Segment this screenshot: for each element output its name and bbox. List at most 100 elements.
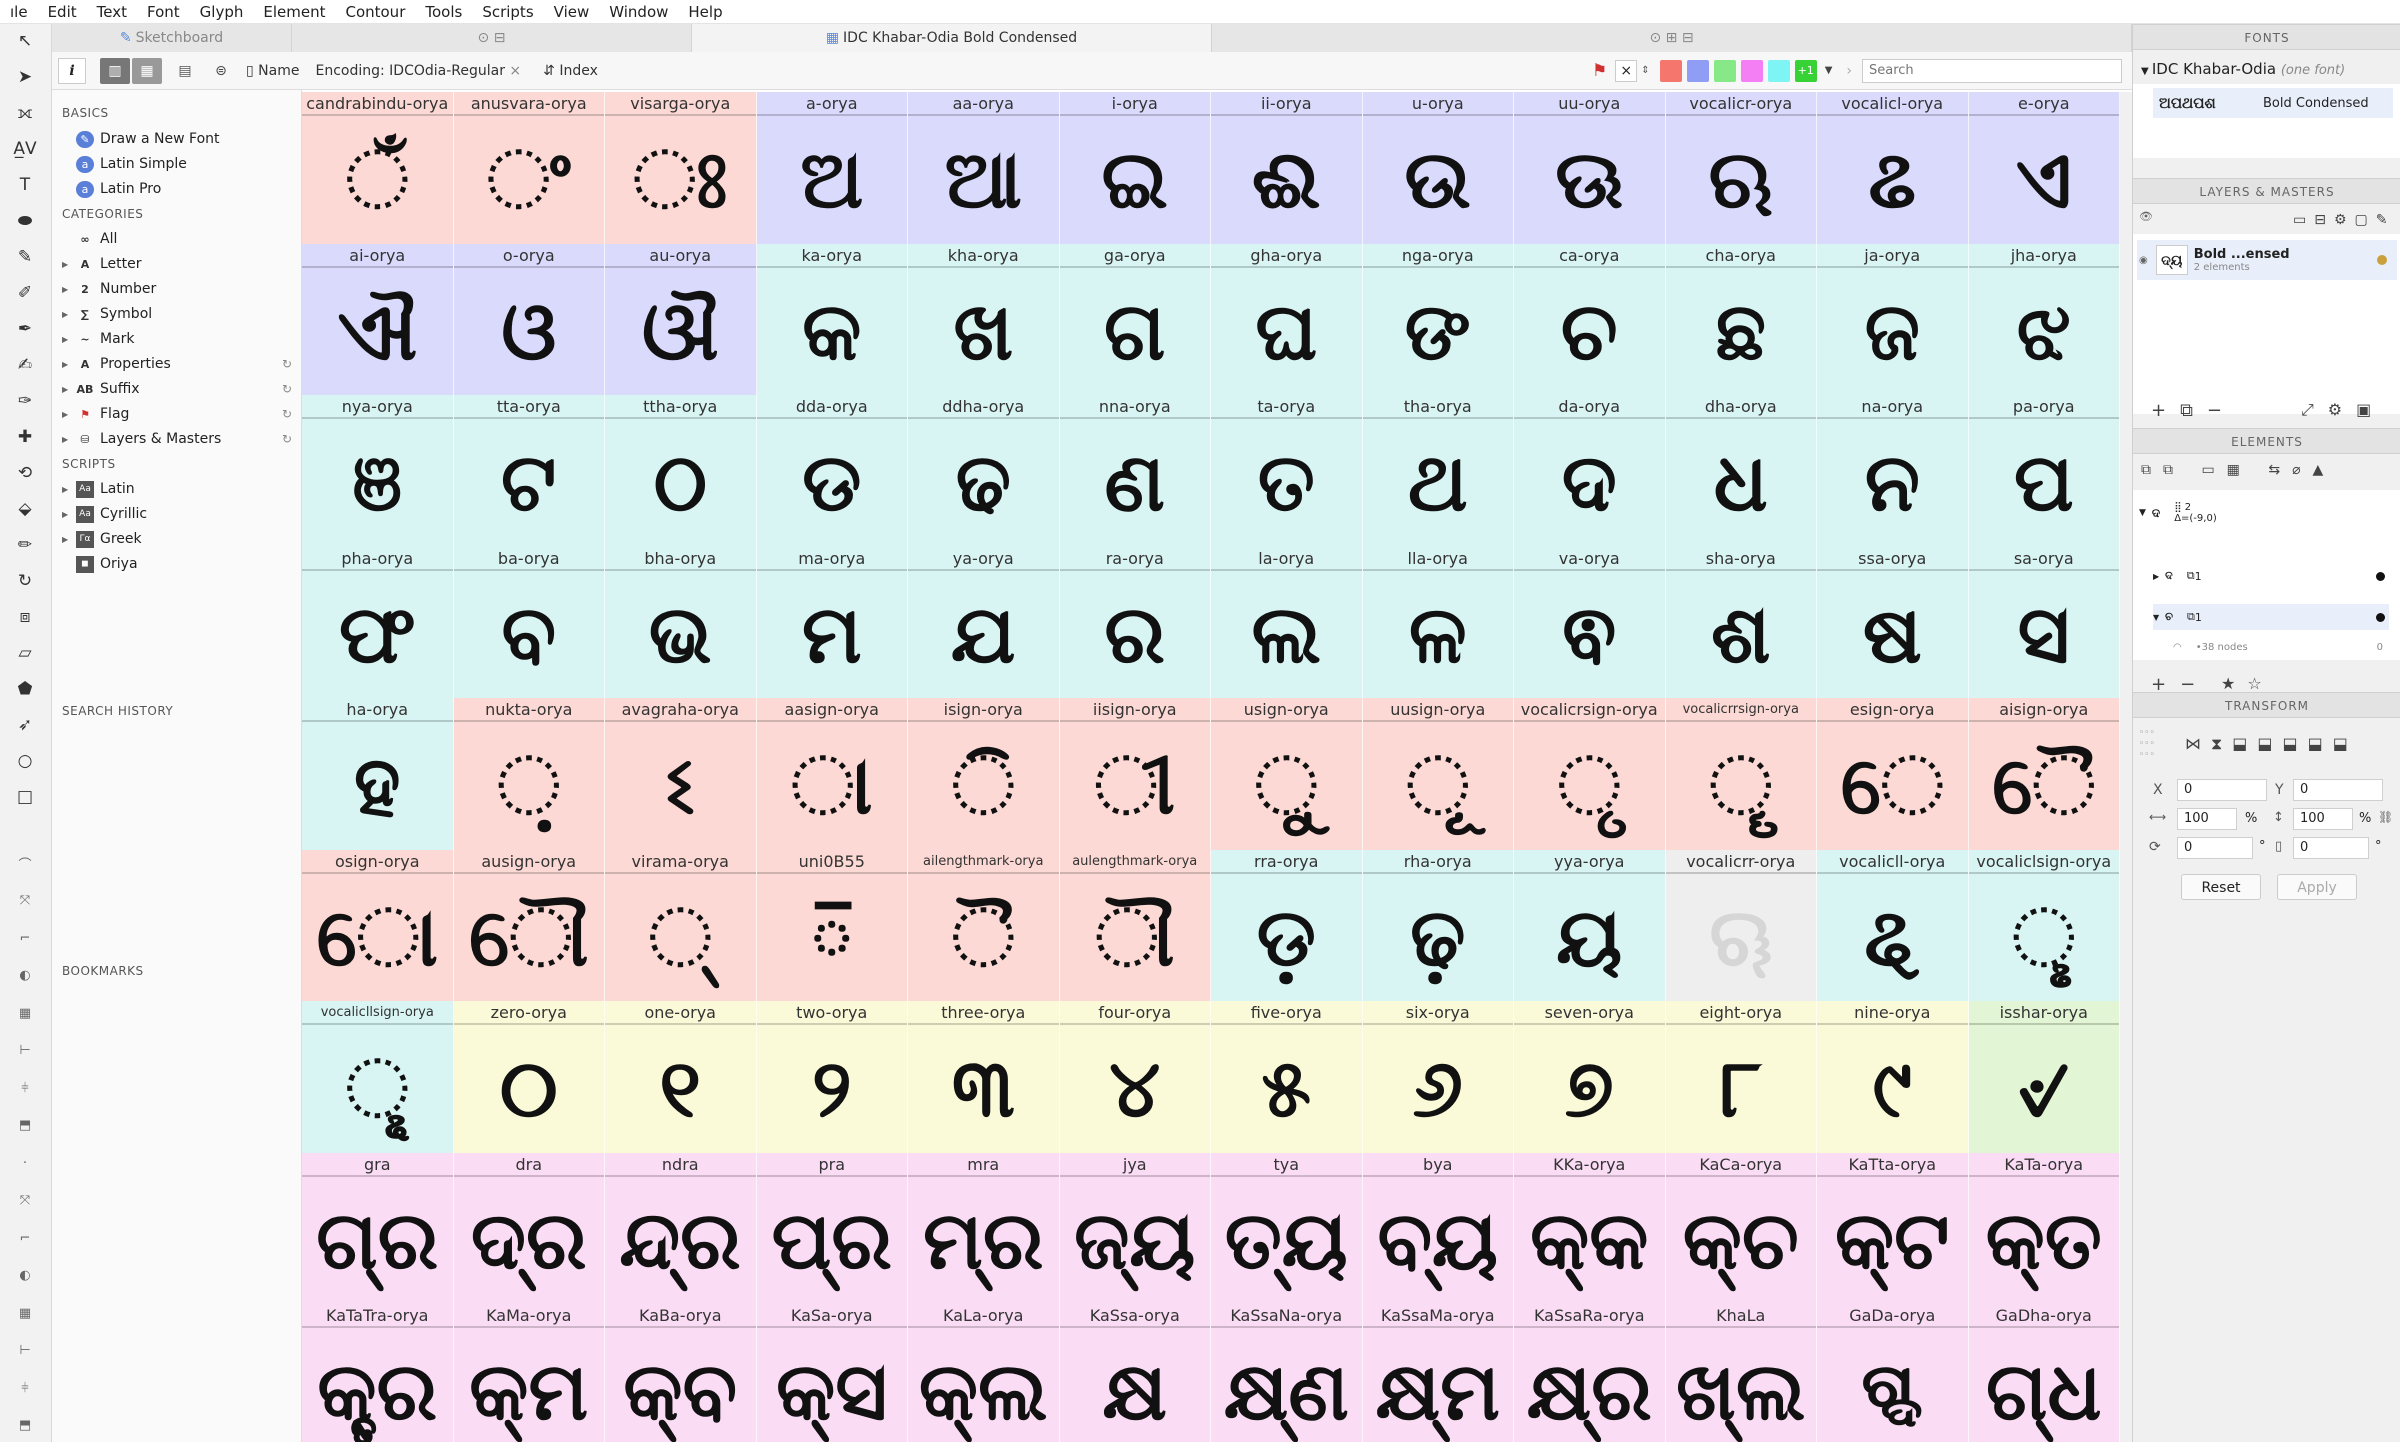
glyph-cell[interactable]: tha-orya ଥ [1362, 395, 1514, 547]
script-item-2[interactable]: ▶ Γα Greek [62, 528, 302, 550]
disclosure-icon[interactable]: ▶ [62, 335, 76, 344]
brush-icon[interactable]: ✎ [8, 244, 42, 270]
grid-icon[interactable]: ▦ [8, 1000, 42, 1026]
glyph-cell[interactable]: seven-orya ୭ [1514, 1001, 1666, 1153]
glyph-cell[interactable]: vocalicllsign-oryaୣ [302, 1001, 454, 1153]
glyph-cell[interactable]: ha-orya ହ [302, 698, 454, 850]
element-row-1[interactable]: ▶ ଦ ⧉ 1 [2153, 564, 2389, 588]
glyph-cell[interactable]: dha-orya ଧ [1665, 395, 1817, 547]
glyph-cell[interactable]: mra ମ୍ର [908, 1152, 1060, 1305]
info-button[interactable]: i [58, 57, 86, 84]
glyph-cell[interactable]: rha-orya ଢ଼ [1362, 849, 1514, 1002]
layer-row[interactable]: ◉ ଦ୍ୟ Bold ...ensed 2 elements [2137, 240, 2397, 280]
menu-item-1[interactable]: Edit [38, 3, 87, 21]
text-icon[interactable]: T [8, 172, 42, 198]
glyph-cell[interactable]: vocalicrr-orya ୠ [1665, 849, 1817, 1002]
glyph-cell[interactable]: gra ଗ୍ର [302, 1152, 454, 1305]
glyph-cell[interactable]: cha-orya ଛ [1665, 243, 1817, 396]
glyph-cell[interactable]: KaTaTra-orya କ୍ତ୍ର [302, 1304, 454, 1442]
refresh-icon[interactable]: ↻ [282, 382, 292, 396]
category-item-1[interactable]: ▶ A Letter [62, 253, 302, 275]
transform-tools[interactable]: ⋈⧗⬓⬓⬓⬓⬓ [2185, 734, 2358, 754]
glyph-cell[interactable]: KaMa-orya କ୍ମ [453, 1304, 605, 1442]
glyph-cell[interactable]: virama-orya୍ [605, 849, 757, 1002]
glyph-cell[interactable]: ai-orya ଐ [302, 243, 454, 396]
glyph-cell[interactable]: bha-orya ଭ [605, 546, 757, 699]
glyph-cell[interactable]: lla-orya ଳ [1362, 546, 1514, 699]
glyph-cell[interactable]: ddha-orya ଢ [908, 395, 1060, 547]
menu-item-0[interactable]: ıle [0, 3, 38, 21]
glyph-cell[interactable]: three-orya ୩ [908, 1001, 1060, 1153]
glyph-cell[interactable]: KaSsaMa-orya କ୍ଷ୍ମ [1362, 1304, 1514, 1442]
glyph-cell[interactable]: ga-orya ଗ [1059, 243, 1211, 396]
category-item-3[interactable]: ▶ ∑ Symbol [62, 303, 302, 325]
slant-icon[interactable]: ▱ [8, 640, 42, 666]
glyph-cell[interactable]: eight-orya ୮ [1665, 1001, 1817, 1153]
glyph-cell[interactable]: vocalicl-orya ଌ [1817, 92, 1969, 244]
glyph-cell[interactable]: one-orya ୧ [605, 1001, 757, 1153]
script-item-0[interactable]: ▶ Aa Latin [62, 478, 302, 500]
shape-icon[interactable]: ⬙ [8, 496, 42, 522]
view-grid-icon[interactable]: ▦ [132, 57, 162, 84]
script-pen-icon[interactable]: ✍ [8, 352, 42, 378]
vertical-scrollbar[interactable] [2120, 92, 2132, 1442]
glyph-cell[interactable]: ja-orya ଜ [1817, 243, 1969, 396]
script-item-1[interactable]: ▶ Aa Cyrillic [62, 503, 302, 525]
tab-font[interactable]: ▦ IDC Khabar-Odia Bold Condensed [692, 24, 1212, 52]
glyph-cell[interactable]: ta-orya ତ [1211, 395, 1363, 547]
menu-item-5[interactable]: Element [253, 3, 335, 21]
disclosure-icon[interactable]: ▶ [62, 435, 76, 444]
grid-icon[interactable]: ▦ [8, 1300, 42, 1326]
glyph-cell[interactable]: KaSa-orya କ୍ସ [756, 1304, 908, 1442]
mask-icon[interactable]: ⬒ [8, 1413, 42, 1439]
glyph-cell[interactable]: vocalicrrsign-oryaୄ [1665, 698, 1817, 850]
glyph-cell[interactable]: ba-orya ବ [453, 546, 605, 699]
rotate-icon[interactable]: ⟲ [8, 460, 42, 486]
menu-item-3[interactable]: Font [137, 3, 190, 21]
category-item-8[interactable]: ▶ ⛁ Layers & Masters ↻ [62, 428, 302, 450]
glyph-cell[interactable]: osign-oryaୋ [302, 849, 454, 1002]
direct-select-icon[interactable]: ➤ [8, 64, 42, 90]
menu-item-2[interactable]: Text [87, 3, 137, 21]
corner-icon[interactable]: ⌐ [8, 925, 42, 951]
glyph-cell[interactable]: two-orya ୨ [756, 1001, 908, 1153]
color-swatch-0[interactable] [1659, 59, 1682, 82]
refresh-icon[interactable]: ↻ [282, 407, 292, 421]
glyph-cell[interactable]: KaSsaNa-orya କ୍ଷ୍ଣ [1211, 1304, 1363, 1442]
height-input[interactable]: 100 [2293, 808, 2353, 830]
category-item-7[interactable]: ▶ ⚑ Flag ↻ [62, 403, 302, 425]
pen-icon[interactable]: ✐ [8, 280, 42, 306]
glyph-cell[interactable]: zero-orya ୦ [453, 1001, 605, 1153]
glyph-cell[interactable]: sa-orya ସ [1968, 546, 2120, 699]
glyph-cell[interactable]: tya ତ୍ୟ [1211, 1152, 1363, 1305]
disclosure-icon[interactable]: ▶ [62, 310, 76, 319]
view-list-icon[interactable]: ▥ [100, 57, 130, 84]
glyph-cell[interactable]: i-orya ଇ [1059, 92, 1211, 244]
layer-color-icon[interactable] [2377, 255, 2387, 265]
search-input[interactable] [1862, 58, 2122, 83]
skew-input[interactable]: 0 [2293, 837, 2369, 859]
glyph-cell[interactable]: GaDa-orya ଗ୍ଦ [1817, 1304, 1969, 1442]
tab-sketchboard[interactable]: ✎ Sketchboard [52, 24, 292, 52]
element-tools[interactable]: ⧉⧉ ▭▦ ⇆⌀▲ [2141, 462, 2335, 478]
glyph-cell[interactable]: KaCa-orya କ୍ଚ [1665, 1152, 1817, 1305]
glyph-cell[interactable]: dra ଦ୍ର [453, 1152, 605, 1305]
refresh-icon[interactable]: ↻ [282, 357, 292, 371]
glyph-cell[interactable]: five-orya ୫ [1211, 1001, 1363, 1153]
glyph-cell[interactable]: ttha-orya ଠ [605, 395, 757, 547]
chevron-down-icon[interactable]: ▼ [1825, 65, 1833, 76]
glyph-cell[interactable]: a-orya ଅ [756, 92, 908, 244]
element-row-2[interactable]: ▼ ଚ ⧉ 1 [2153, 604, 2389, 630]
link-icon[interactable]: ⛓ [2378, 810, 2393, 824]
glyph-cell[interactable]: aulengthmark-oryaୗ [1059, 849, 1211, 1002]
disclosure-icon[interactable]: ▶ [62, 535, 76, 544]
eye-icon[interactable]: 👁 [2139, 210, 2153, 223]
color-swatch-4[interactable] [1767, 59, 1790, 82]
glyph-cell[interactable]: vocalicll-orya ୡ [1817, 849, 1969, 1002]
font-row[interactable]: ▼ IDC Khabar-Odia (one font) [2141, 60, 2345, 78]
glyph-cell[interactable]: pha-orya ଫ [302, 546, 454, 699]
ellipse-icon[interactable]: ○ [8, 748, 42, 774]
glyph-cell[interactable]: nukta-orya଼ [453, 698, 605, 850]
align-icon[interactable]: ⫩ [8, 1375, 42, 1401]
glyph-cell[interactable]: GaDha-orya ଗ୍ଧ [1968, 1304, 2120, 1442]
